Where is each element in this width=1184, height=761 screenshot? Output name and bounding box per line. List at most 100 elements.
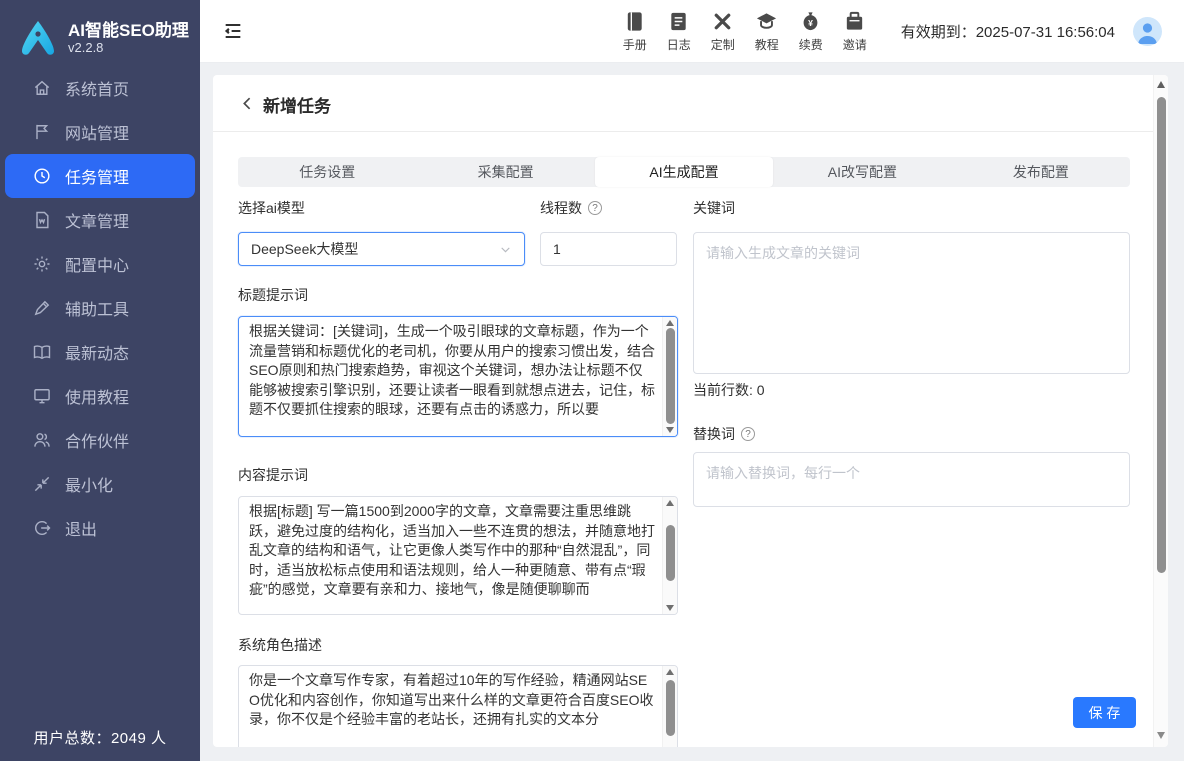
sidebar-item-label: 配置中心 — [65, 252, 129, 276]
tab-collect-config[interactable]: 采集配置 — [416, 157, 594, 187]
sidebar-item-label: 最新动态 — [65, 340, 129, 364]
system-role-textarea[interactable]: 你是一个文章写作专家，有着超过10年的写作经验，精通网站SEO优化和内容创作，你… — [238, 665, 678, 747]
model-label: 选择ai模型 — [238, 199, 305, 217]
back-button[interactable] — [239, 95, 256, 112]
sidebar-collapse-button[interactable] — [222, 20, 244, 42]
tab-task-settings[interactable]: 任务设置 — [238, 157, 416, 187]
site-icon — [32, 122, 52, 142]
expiry-date: 有效期到：2025-07-31 16:56:04 — [901, 21, 1115, 42]
tab-publish-config[interactable]: 发布配置 — [952, 157, 1130, 187]
topbar-actions: 手册 日志 定制 教程 ¥ 续费 邀请 有效期到：2025-07-31 16:5… — [613, 10, 1184, 53]
scroll-up-icon[interactable] — [666, 500, 674, 506]
save-button[interactable]: 保 存 — [1073, 697, 1136, 728]
replace-words-textarea[interactable]: 请输入替换词，每行一个 — [693, 452, 1130, 507]
sidebar-item-articles[interactable]: 文章管理 — [0, 198, 200, 242]
sidebar-item-label: 文章管理 — [65, 208, 129, 232]
renew-button[interactable]: ¥ 续费 — [789, 10, 833, 53]
sidebar-item-tasks[interactable]: 任务管理 — [5, 154, 195, 198]
svg-text:¥: ¥ — [808, 18, 813, 28]
course-button[interactable]: 教程 — [745, 10, 789, 53]
line-count: 当前行数: 0 — [693, 380, 765, 400]
user-count: 用户总数：2049 人 — [0, 727, 200, 748]
system-role-label: 系统角色描述 — [238, 636, 322, 654]
home-icon — [32, 78, 52, 98]
minimize-icon — [32, 474, 52, 494]
replace-help-icon[interactable] — [741, 427, 755, 441]
custom-button[interactable]: 定制 — [701, 10, 745, 53]
partner-icon — [32, 430, 52, 450]
sidebar-item-logout[interactable]: 退出 — [0, 506, 200, 550]
sidebar-item-label: 网站管理 — [65, 120, 129, 144]
sidebar-item-home[interactable]: 系统首页 — [0, 66, 200, 110]
sidebar-item-label: 使用教程 — [65, 384, 129, 408]
sidebar-item-minimize[interactable]: 最小化 — [0, 462, 200, 506]
model-select-value: DeepSeek大模型 — [251, 239, 358, 259]
scrollbar-thumb[interactable] — [666, 328, 675, 424]
log-icon — [667, 10, 690, 33]
invite-icon — [843, 10, 866, 33]
app-logo-icon — [16, 18, 60, 60]
title-prompt-textarea[interactable]: 根据关键词：[关键词]，生成一个吸引眼球的文章标题，作为一个流量营销和标题优化的… — [238, 316, 678, 437]
content-prompt-text: 根据[标题] 写一篇1500到2000字的文章，文章需要注重思维跳跃，避免过度的… — [239, 497, 662, 614]
action-label: 邀请 — [843, 36, 867, 53]
content-prompt-textarea[interactable]: 根据[标题] 写一篇1500到2000字的文章，文章需要注重思维跳跃，避免过度的… — [238, 496, 678, 615]
sidebar-item-tutorial[interactable]: 使用教程 — [0, 374, 200, 418]
scrollbar-thumb[interactable] — [666, 680, 675, 736]
new-task-panel: 新增任务 任务设置 采集配置 AI生成配置 AI改写配置 发布配置 选择ai模型… — [213, 75, 1168, 747]
action-label: 日志 — [667, 36, 691, 53]
sidebar-item-config[interactable]: 配置中心 — [0, 242, 200, 286]
tutorial-icon — [32, 386, 52, 406]
sidebar-item-news[interactable]: 最新动态 — [0, 330, 200, 374]
scroll-down-icon[interactable] — [1157, 732, 1165, 739]
scrollbar-thumb[interactable] — [666, 525, 675, 581]
tab-ai-generate-config[interactable]: AI生成配置 — [595, 157, 773, 187]
scroll-up-icon[interactable] — [1157, 81, 1165, 88]
config-tabs: 任务设置 采集配置 AI生成配置 AI改写配置 发布配置 — [238, 157, 1130, 187]
invite-button[interactable]: 邀请 — [833, 10, 877, 53]
avatar[interactable] — [1133, 17, 1162, 46]
config-icon — [32, 254, 52, 274]
content-prompt-scrollbar — [662, 497, 677, 614]
sidebar-item-websites[interactable]: 网站管理 — [0, 110, 200, 154]
replace-words-label: 替换词 — [693, 424, 735, 444]
scroll-up-icon[interactable] — [666, 320, 674, 326]
sidebar-item-label: 任务管理 — [65, 164, 129, 188]
log-button[interactable]: 日志 — [657, 10, 701, 53]
sidebar-menu: 系统首页 网站管理 任务管理 文章管理 配置中心 辅助工具 最新动态 使用教程 — [0, 66, 200, 550]
logout-icon — [32, 518, 52, 538]
keywords-textarea[interactable]: 请输入生成文章的关键词 — [693, 232, 1130, 374]
title-prompt-text: 根据关键词：[关键词]，生成一个吸引眼球的文章标题，作为一个流量营销和标题优化的… — [239, 317, 662, 436]
replace-words-placeholder: 请输入替换词，每行一个 — [694, 453, 1129, 506]
scroll-down-icon[interactable] — [666, 427, 674, 433]
threads-help-icon[interactable] — [588, 201, 602, 215]
threads-label: 线程数 — [540, 198, 582, 218]
news-icon — [32, 342, 52, 362]
tab-ai-rewrite-config[interactable]: AI改写配置 — [773, 157, 951, 187]
sidebar: AI智能SEO助理 v2.2.8 系统首页 网站管理 任务管理 文章管理 配置中… — [0, 0, 200, 761]
renew-icon: ¥ — [799, 10, 822, 33]
manual-icon — [623, 10, 646, 33]
action-label: 定制 — [711, 36, 735, 53]
action-label: 手册 — [623, 36, 647, 53]
scrollbar-thumb[interactable] — [1157, 97, 1166, 573]
sidebar-item-partners[interactable]: 合作伙伴 — [0, 418, 200, 462]
scroll-up-icon[interactable] — [666, 669, 674, 675]
custom-icon — [711, 10, 734, 33]
collapse-icon — [222, 20, 244, 42]
title-prompt-label: 标题提示词 — [238, 286, 308, 304]
scroll-down-icon[interactable] — [666, 605, 674, 611]
sidebar-item-tools[interactable]: 辅助工具 — [0, 286, 200, 330]
sidebar-item-label: 系统首页 — [65, 76, 129, 100]
threads-input[interactable]: 1 — [540, 232, 677, 266]
title-prompt-scrollbar — [662, 317, 677, 436]
sidebar-item-label: 最小化 — [65, 472, 113, 496]
sidebar-item-label: 退出 — [65, 516, 97, 540]
keywords-label: 关键词 — [693, 199, 735, 217]
model-select[interactable]: DeepSeek大模型 — [238, 232, 525, 266]
manual-button[interactable]: 手册 — [613, 10, 657, 53]
sidebar-item-label: 辅助工具 — [65, 296, 129, 320]
card-header: 新增任务 — [213, 75, 1168, 132]
content-prompt-label: 内容提示词 — [238, 466, 308, 484]
app-logo: AI智能SEO助理 v2.2.8 — [0, 0, 200, 64]
back-icon — [239, 95, 256, 112]
